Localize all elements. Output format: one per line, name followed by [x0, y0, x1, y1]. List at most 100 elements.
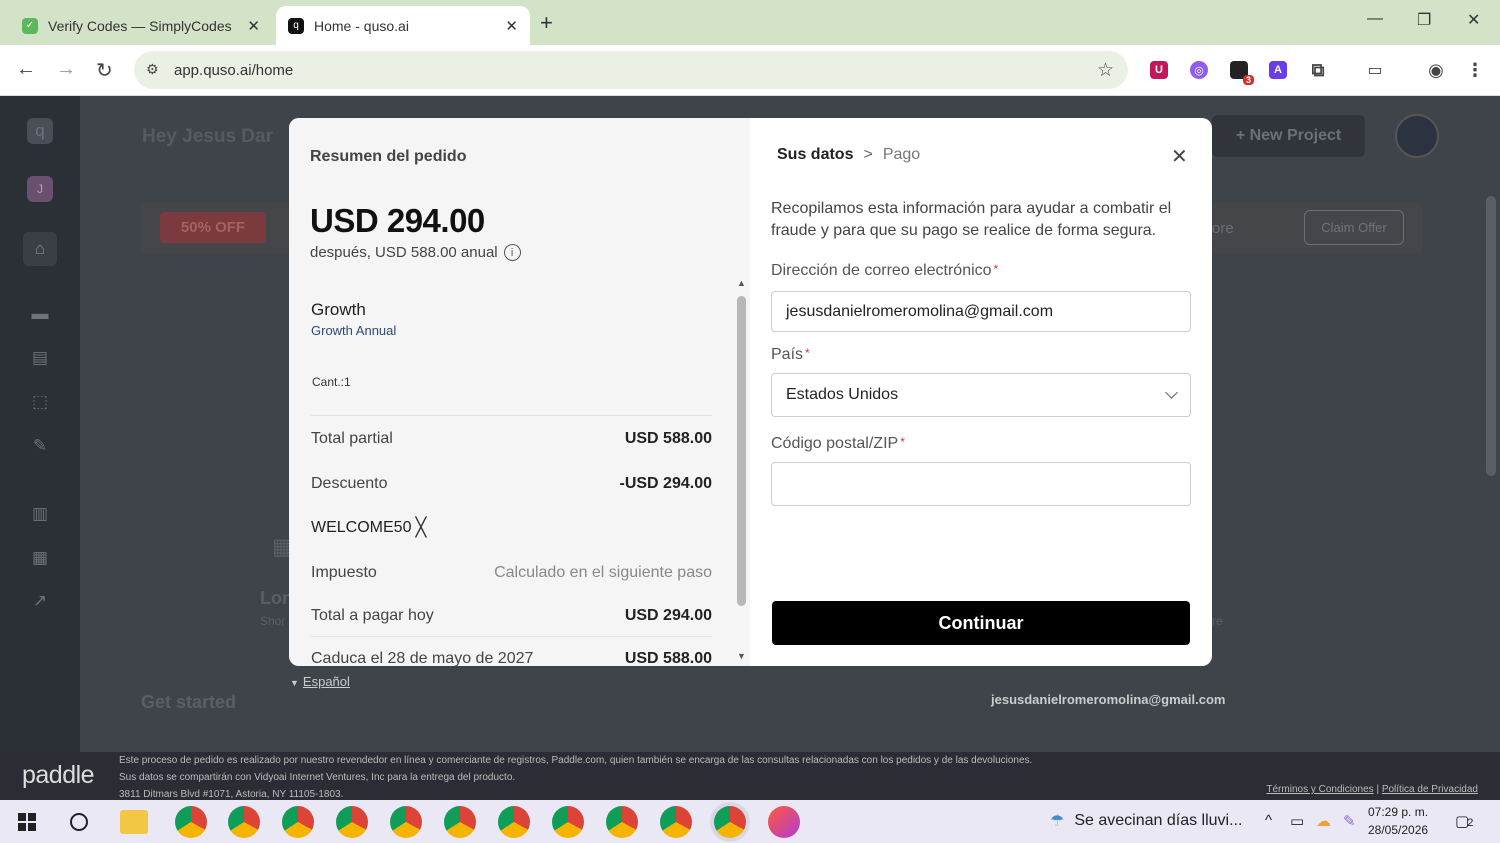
chrome-profile-icon[interactable] [498, 806, 530, 838]
minimize-icon[interactable]: — [1367, 10, 1383, 28]
browser-toolbar: ← → ↻ ⚙ app.quso.ai/home ☆ U ◎ 3 A ⧉ ▭ ◉… [0, 45, 1500, 96]
pen-icon[interactable]: ✎ [1343, 812, 1356, 830]
analytics-icon[interactable]: ↗ [27, 588, 53, 614]
subtotal-row: Total partial USD 588.00 [311, 430, 712, 448]
font-extension-icon[interactable]: A [1269, 61, 1287, 79]
calendar-icon[interactable]: ▦ [27, 545, 53, 571]
back-icon[interactable]: ← [16, 58, 36, 81]
greeting: Hey Jesus Dar [142, 126, 273, 147]
discount-row: Descuento -USD 294.00 [311, 475, 712, 493]
windows-start-icon[interactable] [18, 813, 36, 831]
chrome-profile-icon[interactable] [175, 806, 207, 838]
row-label: Descuento [311, 475, 388, 492]
row-value: -USD 294.00 [619, 475, 713, 492]
row-value: USD 588.00 [624, 650, 712, 666]
privacy-link[interactable]: Política de Privacidad [1382, 784, 1478, 795]
menu-dots-icon[interactable]: ⋮ [1466, 60, 1484, 80]
extension-icon[interactable]: ◎ [1190, 61, 1208, 79]
chrome-profile-icon[interactable] [552, 806, 584, 838]
file-icon[interactable]: ▤ [27, 345, 53, 371]
restore-icon[interactable]: ❐ [1417, 10, 1431, 30]
zip-label: Código postal/ZIP * [771, 435, 905, 453]
order-details-list[interactable]: Growth Growth Annual Cant.:1 Total parti… [289, 288, 739, 666]
forward-icon[interactable]: → [56, 58, 76, 81]
required-mark: * [805, 346, 810, 360]
tab-close-icon[interactable]: ✕ [505, 17, 518, 35]
chrome-profile-icon[interactable] [390, 806, 422, 838]
tab-close-icon[interactable]: ✕ [247, 17, 260, 35]
scroll-down-icon[interactable]: ▼ [737, 651, 746, 661]
clock[interactable]: 07:29 p. m. 28/05/2026 [1368, 803, 1428, 839]
document-icon[interactable]: ▥ [27, 501, 53, 527]
tab-simplycodes[interactable]: ✓ Verify Codes — SimplyCodes ✕ [10, 6, 272, 45]
zip-field[interactable] [771, 462, 1191, 506]
language-selector[interactable]: ▼ Español [290, 674, 350, 689]
chrome-profile-icon[interactable] [336, 806, 368, 838]
price-today: USD 294.00 [310, 202, 485, 239]
coupon-code: WELCOME50 [311, 518, 412, 536]
claim-offer-button[interactable]: Claim Offer [1304, 210, 1404, 245]
paddle-disclaimer: Este proceso de pedido es realizado por … [119, 752, 1032, 803]
scroll-up-icon[interactable]: ▲ [737, 278, 746, 288]
home-icon[interactable]: ⌂ [23, 232, 57, 266]
tab-quso[interactable]: q Home - quso.ai ✕ [276, 6, 530, 45]
search-icon[interactable] [70, 813, 88, 831]
cloud-icon[interactable]: ☁ [1316, 812, 1331, 830]
site-info-icon[interactable]: ⚙ [146, 61, 159, 78]
brave-icon[interactable] [768, 806, 800, 838]
quantity: Cant.:1 [312, 375, 351, 389]
summary-scrollbar[interactable] [737, 296, 746, 606]
workspace-avatar-icon[interactable]: J [27, 176, 53, 202]
date: 28/05/2026 [1368, 823, 1429, 837]
folder-icon[interactable]: ▬ [27, 301, 53, 327]
tab-search-icon[interactable]: ▭ [1366, 61, 1384, 79]
chevron-up-icon[interactable]: ^ [1265, 812, 1272, 829]
country-select[interactable]: Estados Unidos [771, 373, 1191, 417]
get-started-heading: Get started [141, 692, 237, 712]
close-icon[interactable]: ✕ [1171, 144, 1188, 169]
close-window-icon[interactable]: ✕ [1467, 10, 1480, 30]
terms-link[interactable]: Términos y Condiciones [1266, 784, 1373, 795]
chrome-profile-icon[interactable] [444, 806, 476, 838]
country-label-text: País [771, 346, 804, 363]
reload-icon[interactable]: ↻ [96, 58, 113, 83]
row-label: Total a pagar hoy [311, 607, 434, 624]
new-tab-icon[interactable]: + [540, 10, 553, 36]
chrome-profile-icon[interactable] [606, 806, 638, 838]
bookmark-star-icon[interactable]: ☆ [1097, 59, 1114, 82]
network-icon[interactable]: ▭ [1290, 812, 1304, 830]
row-label: Impuesto [311, 564, 377, 581]
sidebar: q J ⌂ ▬ ▤ ⬚ ✎ ▥ ▦ ↗ [0, 96, 80, 752]
chrome-profile-icon[interactable] [282, 806, 314, 838]
link-separator: | [1376, 784, 1380, 795]
remove-coupon-icon[interactable]: ╳ [415, 517, 426, 538]
expires-row: Caduca el 28 de mayo de 2027 USD 588.00 [311, 650, 712, 666]
email-field[interactable]: jesusdanielromeromolina@gmail.com [771, 291, 1191, 332]
info-icon[interactable]: i [503, 244, 521, 261]
ublock-extension-icon[interactable]: U [1150, 61, 1168, 79]
plan-name: Growth [311, 300, 366, 319]
legal-links: Términos y Condiciones | Política de Pri… [1266, 784, 1478, 795]
avatar[interactable] [1395, 114, 1439, 158]
address-bar[interactable]: ⚙ app.quso.ai/home ☆ [134, 51, 1128, 89]
chevron-down-icon [1165, 386, 1178, 399]
profile-icon[interactable]: ◉ [1427, 60, 1445, 80]
notifications-icon[interactable]: ▢2 [1455, 812, 1473, 830]
plan-subtitle: Growth Annual [311, 323, 397, 338]
weather-widget[interactable]: ☂ Se avecinan días lluvi... [1050, 811, 1242, 831]
row-label: Total partial [311, 430, 393, 447]
extension-badge-icon[interactable]: 3 [1230, 61, 1254, 85]
chrome-active-icon[interactable] [714, 806, 746, 838]
chrome-profile-icon[interactable] [228, 806, 260, 838]
extensions-puzzle-icon[interactable]: ⧉ [1309, 60, 1327, 80]
edit-icon[interactable]: ✎ [27, 433, 53, 459]
price-after: después, USD 588.00 anual i [310, 244, 521, 261]
chrome-profile-icon[interactable] [660, 806, 692, 838]
crop-icon[interactable]: ⬚ [27, 389, 53, 415]
continue-button[interactable]: Continuar [772, 601, 1190, 645]
country-label: País * [771, 346, 810, 364]
new-project-button[interactable]: + New Project [1212, 115, 1365, 157]
file-explorer-icon[interactable] [120, 810, 148, 834]
page-scrollbar[interactable] [1486, 196, 1496, 476]
paddle-logo: paddle [22, 761, 95, 789]
